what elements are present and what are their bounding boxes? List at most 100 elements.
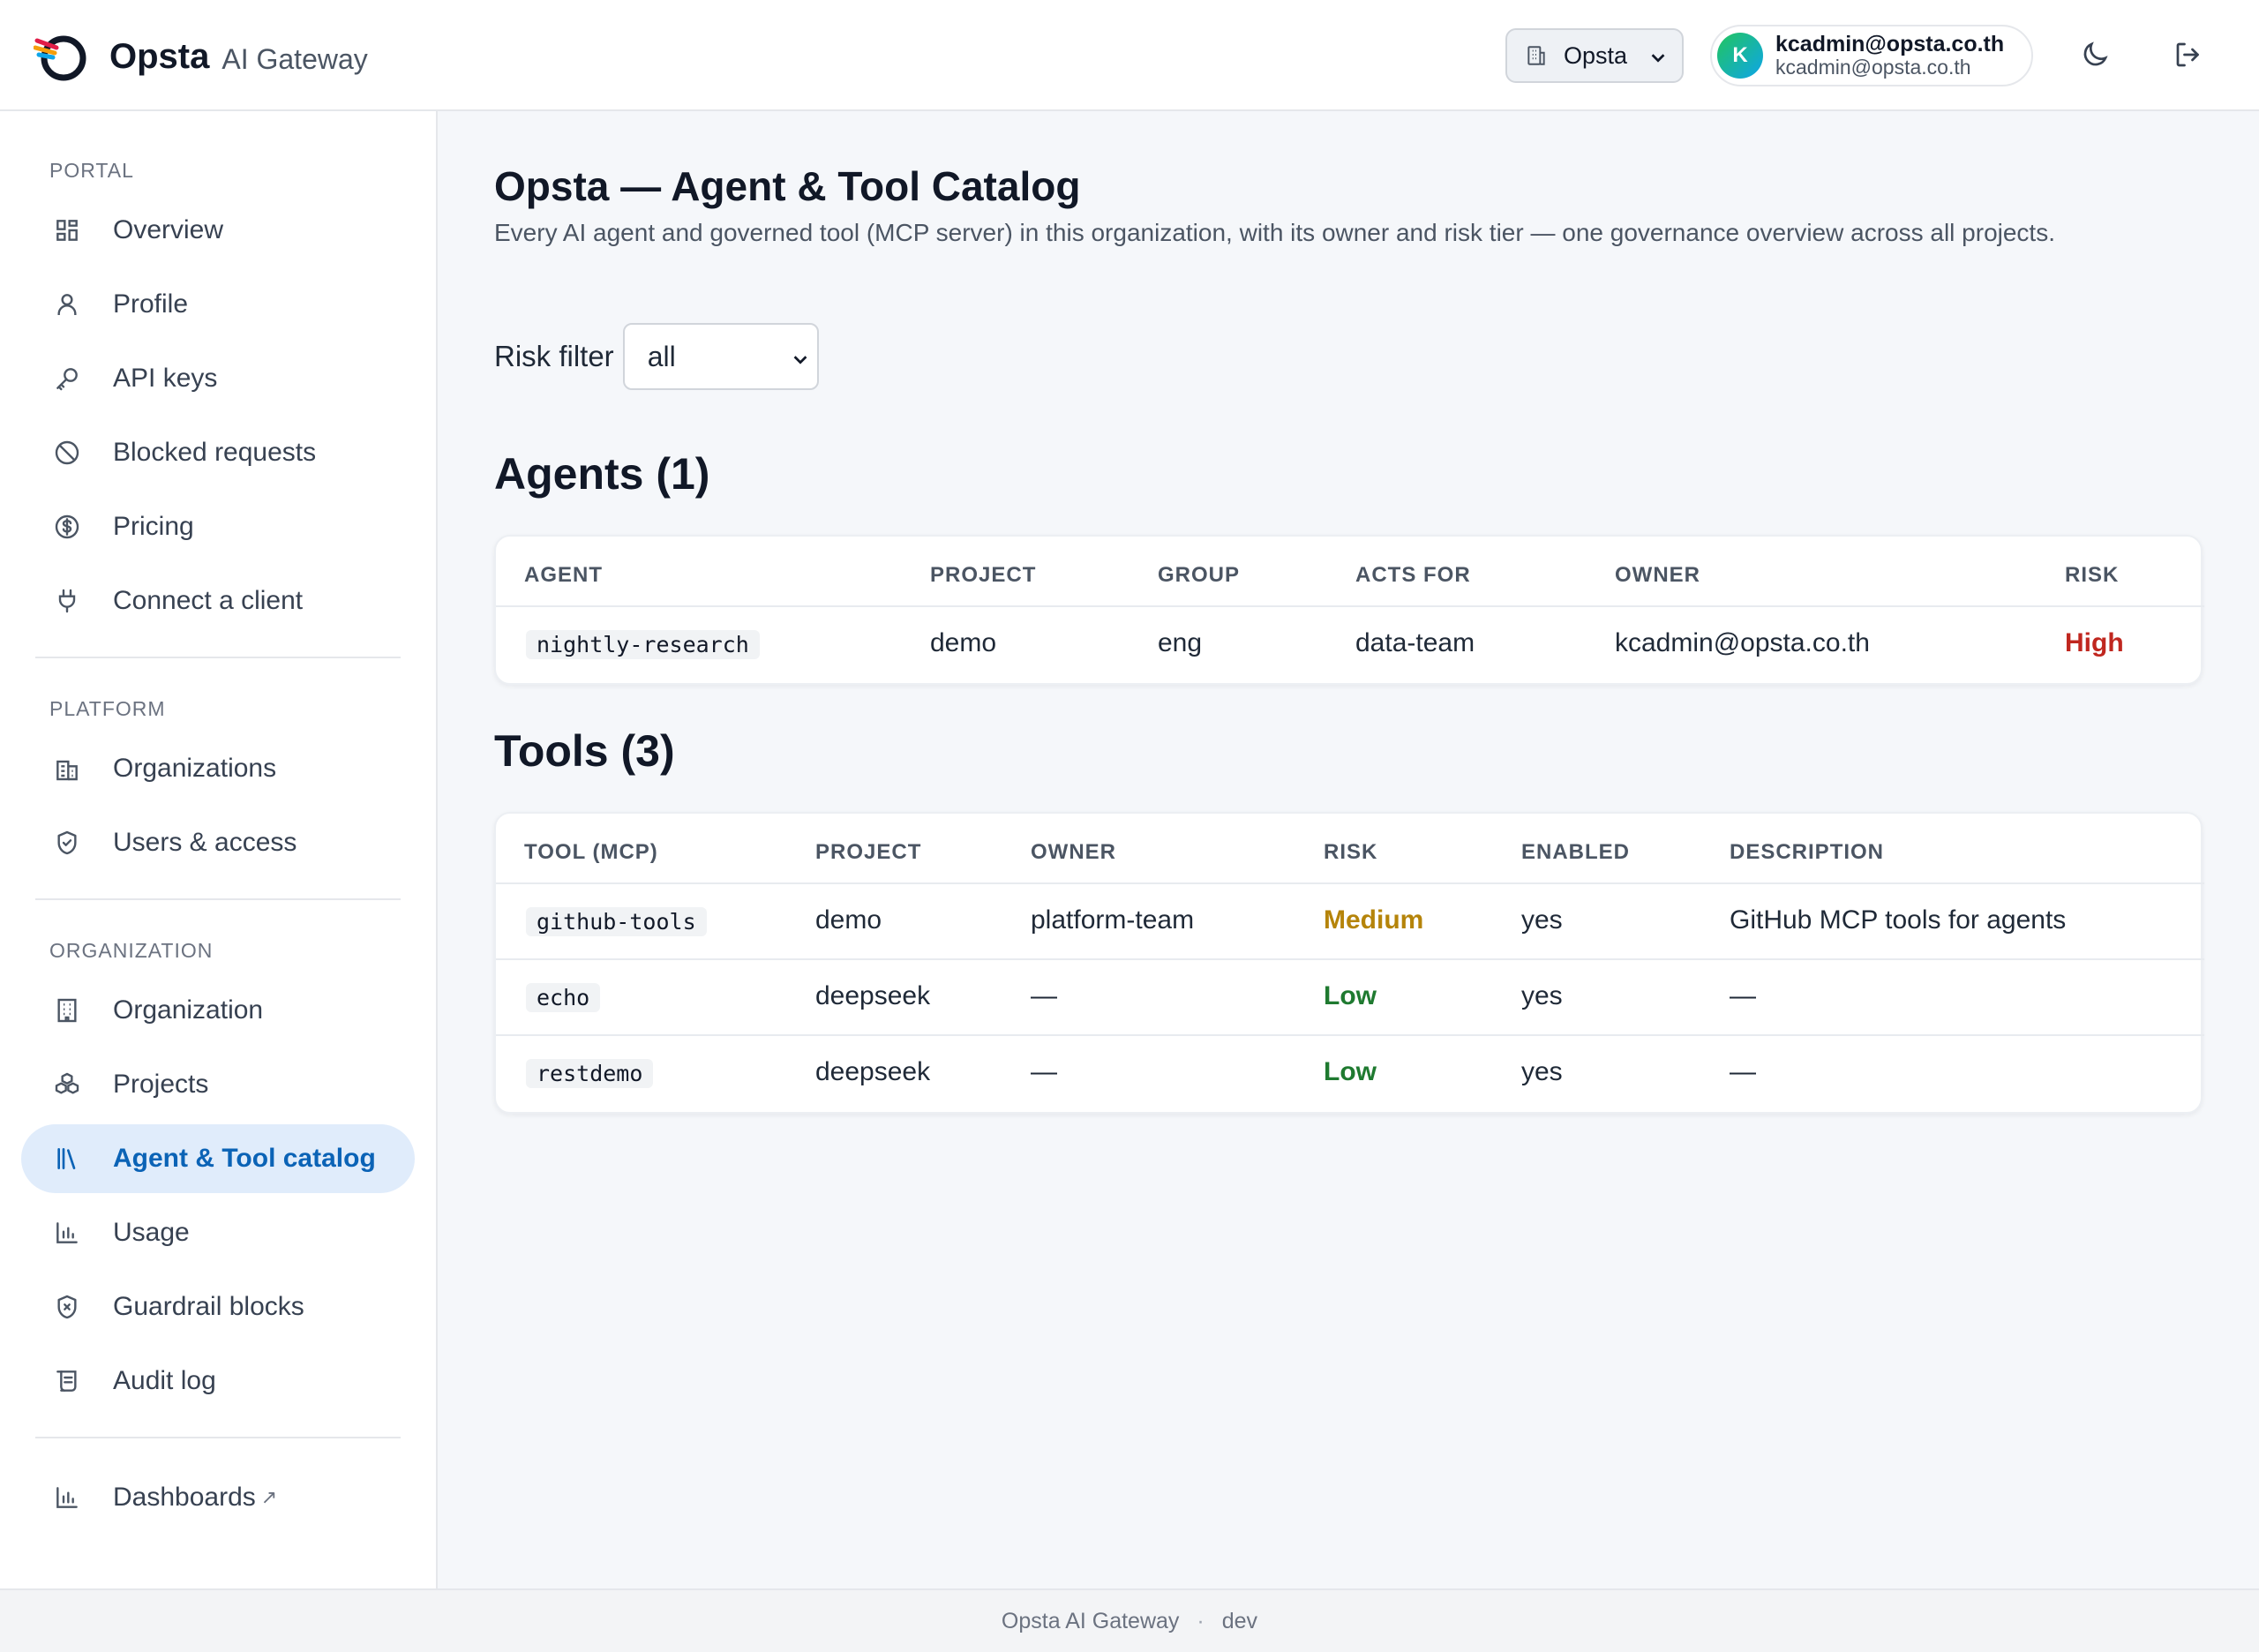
tool-name: restdemo [526, 1059, 654, 1088]
shield-x-icon [57, 1295, 77, 1319]
agent-name: nightly-research [526, 630, 760, 659]
column-header: TOOL (MCP) [524, 840, 658, 864]
tool-enabled: yes [1521, 1057, 1563, 1086]
sidebar-item-label: Profile [113, 289, 189, 319]
row-divider [496, 882, 2204, 884]
footer-separator: · [1197, 1608, 1205, 1633]
column-header: RISK [1324, 840, 1378, 864]
user-menu[interactable]: K kcadmin@opsta.co.th kcadmin@opsta.co.t… [1710, 25, 2033, 86]
plug-icon [58, 589, 76, 613]
dollar-icon [55, 514, 79, 539]
sidebar-item-connect-a-client[interactable]: Connect a client [21, 567, 415, 635]
user-email: kcadmin@opsta.co.th [1775, 56, 1971, 79]
sidebar-item-organizations[interactable]: Organizations [21, 734, 415, 803]
agent-owner: kcadmin@opsta.co.th [1615, 628, 1870, 657]
sidebar-divider [35, 1437, 401, 1438]
sidebar-item-label: Audit log [113, 1366, 216, 1395]
risk-badge: High [2065, 628, 2124, 657]
opsta-logo-icon [34, 35, 86, 81]
chevron-down-icon [793, 356, 807, 364]
external-link-icon: ↗ [260, 1486, 278, 1508]
brand[interactable]: Opsta AI Gateway [34, 30, 368, 83]
column-header: AGENT [524, 563, 603, 587]
sidebar-item-label: Agent & Tool catalog [113, 1144, 376, 1173]
scroll-icon [56, 1370, 77, 1392]
sidebar-item-label: Organization [113, 995, 264, 1025]
library-icon [57, 1148, 76, 1169]
sidebar-item-api-keys[interactable]: API keys [21, 344, 415, 413]
risk-filter-value: all [647, 340, 676, 372]
organization-select[interactable]: Opsta [1505, 28, 1684, 83]
footer-product: Opsta AI Gateway [1001, 1608, 1180, 1633]
sidebar-item-label: Blocked requests [113, 438, 317, 467]
footer: Opsta AI Gateway · dev [0, 1588, 2259, 1652]
tool-description: — [1730, 1057, 1756, 1086]
bar-chart-icon [56, 1222, 78, 1243]
sidebar-item-agent-tool-catalog[interactable]: Agent & Tool catalog [21, 1124, 415, 1193]
buildings-icon [56, 760, 78, 781]
sidebar-item-label: Pricing [113, 512, 194, 541]
sidebar-item-usage[interactable]: Usage [21, 1198, 415, 1267]
column-header: OWNER [1615, 563, 1700, 587]
tool-name: github-tools [526, 907, 707, 936]
row-divider [496, 958, 2204, 960]
tool-enabled: yes [1521, 981, 1563, 1010]
logout-icon[interactable] [2173, 39, 2204, 71]
sidebar-section-organization: ORGANIZATION [49, 939, 214, 962]
sidebar-item-pricing[interactable]: Pricing [21, 492, 415, 561]
boxes-icon [55, 1072, 79, 1094]
sidebar-item-guardrail-blocks[interactable]: Guardrail blocks [21, 1273, 415, 1341]
user-name: kcadmin@opsta.co.th [1775, 31, 2005, 56]
column-header: GROUP [1158, 563, 1241, 587]
sidebar-item-label: Dashboards [113, 1483, 256, 1512]
page-title: Opsta — Agent & Tool Catalog [494, 163, 1081, 209]
agent-group: eng [1158, 628, 1203, 657]
sidebar-item-label: Projects [113, 1070, 209, 1099]
sidebar-item-label: Guardrail blocks [113, 1292, 304, 1321]
column-header: PROJECT [930, 563, 1037, 587]
column-header: PROJECT [815, 840, 922, 864]
bar-chart-icon [56, 1487, 78, 1508]
column-header: OWNER [1031, 840, 1116, 864]
agents-heading: Agents (1) [494, 449, 710, 499]
key-icon [56, 368, 78, 391]
sidebar-section-platform: PLATFORM [49, 697, 166, 720]
sidebar-item-projects[interactable]: Projects [21, 1050, 415, 1119]
organization-select-value: Opsta [1564, 41, 1628, 69]
column-header: ENABLED [1521, 840, 1631, 864]
risk-filter: Risk filter all [494, 323, 819, 390]
ban-icon [55, 440, 79, 465]
sidebar-item-overview[interactable]: Overview [21, 196, 415, 265]
sidebar: PORTAL Overview Profile API keys Blocked… [0, 111, 438, 1588]
risk-badge: Low [1324, 981, 1377, 1010]
risk-filter-select[interactable]: all [622, 323, 819, 390]
agents-table: AGENT PROJECT GROUP ACTS FOR OWNER RISK … [494, 535, 2204, 685]
agent-project: demo [930, 628, 997, 657]
risk-badge: Medium [1324, 905, 1424, 935]
sidebar-divider [35, 898, 401, 900]
row-divider [496, 605, 2204, 607]
sidebar-divider [35, 657, 401, 658]
sidebar-item-audit-log[interactable]: Audit log [21, 1347, 415, 1415]
column-header: ACTS FOR [1355, 563, 1471, 587]
moon-icon[interactable] [2079, 39, 2111, 71]
sidebar-item-profile[interactable]: Profile [21, 270, 415, 339]
sidebar-item-users-access[interactable]: Users & access [21, 808, 415, 877]
risk-filter-label: Risk filter [494, 340, 614, 372]
column-header: DESCRIPTION [1730, 840, 1885, 864]
sidebar-section-portal: PORTAL [49, 159, 134, 182]
sidebar-item-dashboards[interactable]: Dashboards ↗ [21, 1463, 415, 1532]
risk-badge: Low [1324, 1057, 1377, 1086]
brand-name: Opsta [109, 36, 210, 76]
top-header: Opsta AI Gateway Opsta K kcadmin@opsta.c… [0, 0, 2259, 111]
agent-acts-for: data-team [1355, 628, 1475, 657]
tool-enabled: yes [1521, 905, 1563, 935]
sidebar-item-label: Organizations [113, 754, 277, 783]
avatar: K [1717, 33, 1763, 79]
sidebar-item-organization[interactable]: Organization [21, 976, 415, 1045]
sidebar-item-blocked-requests[interactable]: Blocked requests [21, 418, 415, 487]
page-description: Every AI agent and governed tool (MCP se… [494, 219, 2055, 246]
footer-env: dev [1221, 1608, 1258, 1633]
column-header: RISK [2065, 563, 2120, 587]
grid-icon [56, 220, 78, 241]
